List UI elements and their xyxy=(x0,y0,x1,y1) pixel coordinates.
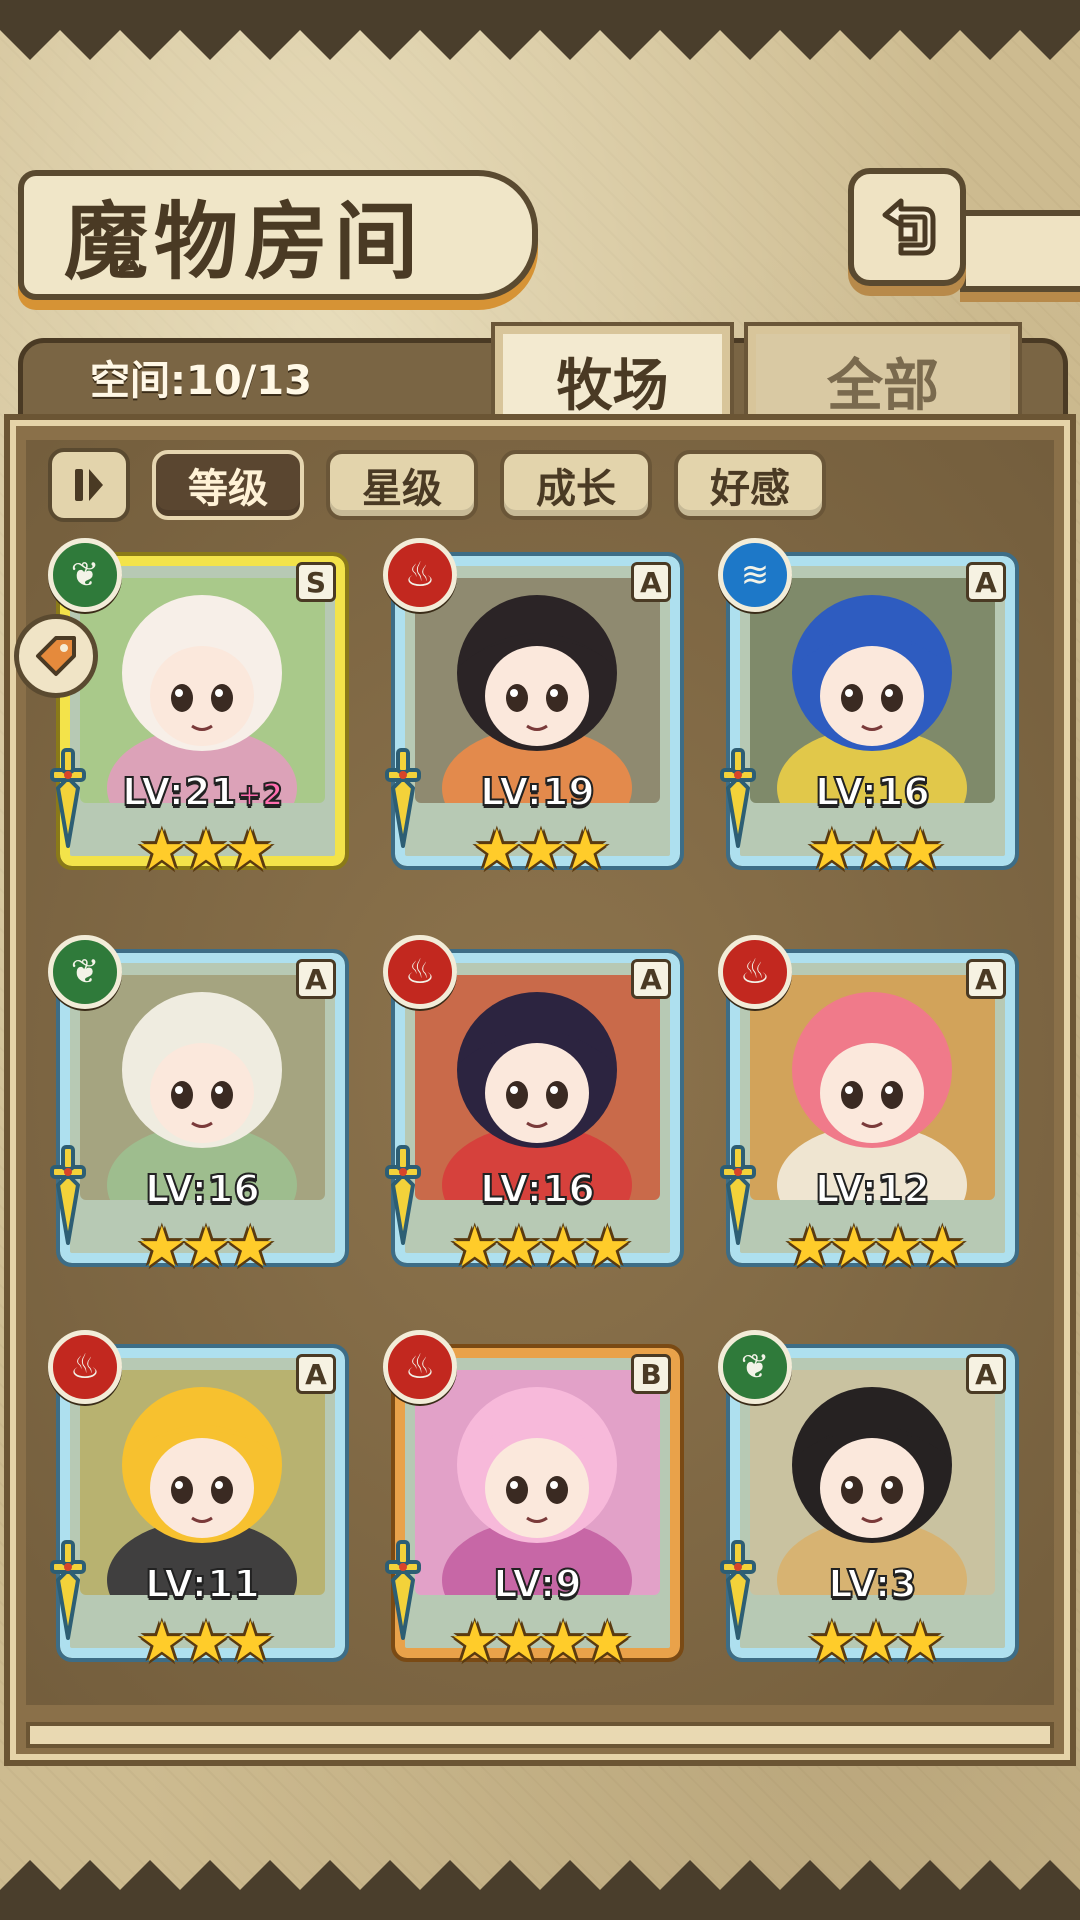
sort-by-growth-button[interactable]: 成长 xyxy=(500,450,652,520)
star-rating: ★★★ xyxy=(136,1215,276,1280)
panel-bottom-rail xyxy=(26,1722,1054,1748)
rank-badge: A xyxy=(296,1354,336,1394)
fire-element-icon: ♨ xyxy=(383,935,457,1009)
rank-badge: B xyxy=(631,1354,671,1394)
star-rating: ★★★ xyxy=(136,1610,276,1675)
level-text: LV:9 xyxy=(492,1561,582,1607)
rank-badge: S xyxy=(296,562,336,602)
rank-badge: A xyxy=(966,959,1006,999)
level-text: LV:16 xyxy=(479,1166,596,1212)
grass-element-icon: ❦ xyxy=(718,1330,792,1404)
monster-card[interactable]: ♨ A LV:16 ★★★★ xyxy=(383,935,684,1280)
bottom-border-decoration xyxy=(0,1860,1080,1920)
monster-level: LV:16 xyxy=(415,1166,660,1212)
level-text: LV:12 xyxy=(814,1166,931,1212)
fire-element-icon: ♨ xyxy=(383,1330,457,1404)
pause-sort-icon xyxy=(75,469,103,501)
monster-card[interactable]: ❦ A LV:3 ★★★ xyxy=(718,1330,1019,1675)
fire-element-icon: ♨ xyxy=(48,1330,122,1404)
monster-level: LV:21+2 xyxy=(80,769,325,815)
monster-level: LV:11 xyxy=(80,1561,325,1607)
page-title: 魔物房间 xyxy=(64,191,425,291)
star-rating: ★★★ xyxy=(471,818,611,883)
star-rating: ★★★★ xyxy=(449,1215,633,1280)
rank-badge: A xyxy=(631,562,671,602)
star-rating: ★★★ xyxy=(806,818,946,883)
fire-element-icon: ♨ xyxy=(718,935,792,1009)
back-button[interactable] xyxy=(848,168,966,286)
star-rating: ★★★ xyxy=(136,818,276,883)
monster-card[interactable]: ❦ S LV:21+2 ★★★ xyxy=(48,538,349,883)
sort-order-toggle[interactable] xyxy=(48,448,130,522)
favorite-badge[interactable] xyxy=(14,614,98,698)
level-text: LV:16 xyxy=(814,769,931,815)
monster-card[interactable]: ≋ A LV:16 ★★★ xyxy=(718,538,1019,883)
level-text: LV:21 xyxy=(121,769,238,815)
rank-badge: A xyxy=(966,562,1006,602)
sort-by-affection-button[interactable]: 好感 xyxy=(674,450,826,520)
monster-card[interactable]: ♨ A LV:12 ★★★★ xyxy=(718,935,1019,1280)
tag-arrow-icon xyxy=(36,636,76,676)
return-arrow-icon xyxy=(882,198,936,256)
title-banner: 魔物房间 xyxy=(18,170,538,300)
storage-space-label: 空间:10/13 xyxy=(90,358,312,404)
monster-card[interactable]: ❦ A LV:16 ★★★ xyxy=(48,935,349,1280)
level-bonus: +2 xyxy=(236,777,284,814)
monster-card[interactable]: ♨ A LV:19 ★★★ xyxy=(383,538,684,883)
sort-by-level-button[interactable]: 等级 xyxy=(152,450,304,520)
fire-element-icon: ♨ xyxy=(383,538,457,612)
level-text: LV:19 xyxy=(479,769,596,815)
star-rating: ★★★ xyxy=(806,1610,946,1675)
grass-element-icon: ❦ xyxy=(48,935,122,1009)
rank-badge: A xyxy=(966,1354,1006,1394)
monster-level: LV:9 xyxy=(415,1561,660,1607)
monster-card[interactable]: ♨ A LV:11 ★★★ xyxy=(48,1330,349,1675)
top-border-decoration xyxy=(0,0,1080,60)
monster-level: LV:3 xyxy=(750,1561,995,1607)
level-text: LV:11 xyxy=(144,1561,261,1607)
sort-by-star-button[interactable]: 星级 xyxy=(326,450,478,520)
rank-badge: A xyxy=(296,959,336,999)
monster-level: LV:19 xyxy=(415,769,660,815)
monster-level: LV:12 xyxy=(750,1166,995,1212)
back-button-strip xyxy=(960,210,1080,292)
star-rating: ★★★★ xyxy=(784,1215,968,1280)
rank-badge: A xyxy=(631,959,671,999)
water-element-icon: ≋ xyxy=(718,538,792,612)
level-text: LV:3 xyxy=(827,1561,917,1607)
grass-element-icon: ❦ xyxy=(48,538,122,612)
level-text: LV:16 xyxy=(144,1166,261,1212)
monster-level: LV:16 xyxy=(750,769,995,815)
star-rating: ★★★★ xyxy=(449,1610,633,1675)
monster-card[interactable]: ♨ B LV:9 ★★★★ xyxy=(383,1330,684,1675)
monster-level: LV:16 xyxy=(80,1166,325,1212)
